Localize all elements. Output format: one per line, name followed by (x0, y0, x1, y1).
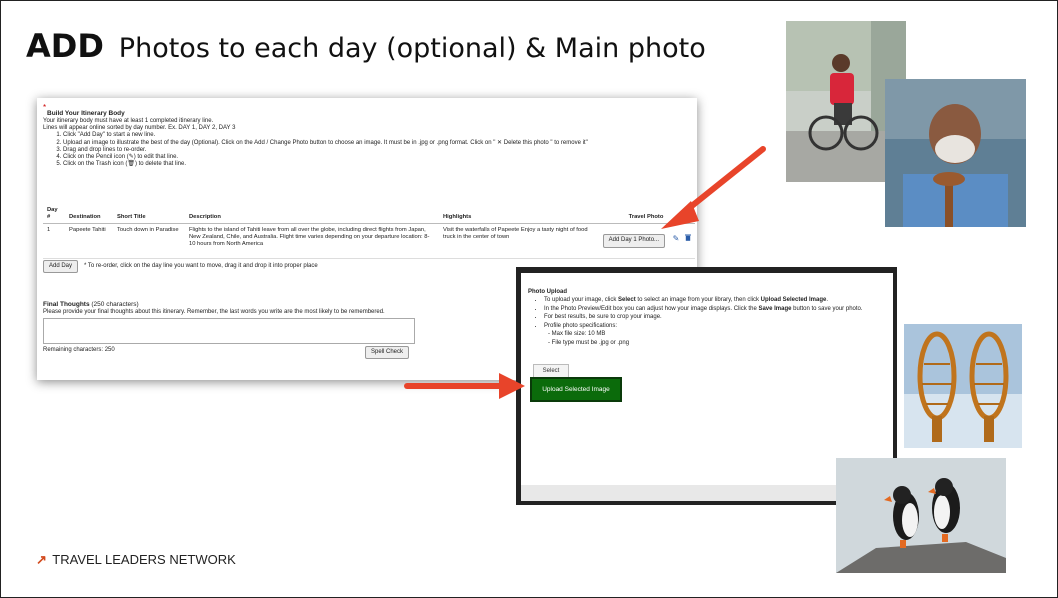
travel-leaders-logo: ↗ TRAVEL LEADERS NETWORK (36, 552, 236, 568)
final-thoughts-textarea[interactable] (43, 318, 415, 344)
text-part: In the Photo Preview/Edit box you can ad… (544, 305, 759, 312)
text-bold: Save Image (758, 305, 792, 312)
step-item: Click "Add Day" to start a new line. (63, 132, 683, 139)
logo-arrow-icon: ↗ (36, 552, 47, 567)
upload-selected-image-button[interactable]: Upload Selected Image (530, 377, 622, 402)
text-bold: Select (618, 297, 636, 303)
snowshoes-photo (904, 324, 1022, 448)
remaining-characters: Remaining characters: 250 (43, 347, 115, 353)
col-short-title: Short Title (113, 201, 185, 224)
spec-item: - Max file size: 10 MB (548, 331, 606, 337)
intro-line: Lines will appear online sorted by day n… (43, 125, 236, 132)
arrow-to-upload-button (404, 373, 525, 399)
col-highlights: Highlights (439, 201, 597, 224)
spec-item: - File type must be .jpg or .png (548, 339, 630, 346)
arrow-to-photo-button (661, 146, 766, 229)
col-destination: Destination (65, 201, 113, 224)
slide-title: ADD Photos to each day (optional) & Main… (26, 27, 706, 65)
row-description: Flights to the island of Tahiti leave fr… (185, 223, 439, 259)
text-part: to select an image from your library, th… (635, 297, 761, 303)
itinerary-instructions: Your itinerary body must have at least 1… (43, 118, 683, 168)
itinerary-heading: Build Your Itinerary Body (47, 110, 125, 117)
text-part: . (826, 297, 829, 303)
row-day: 1 (43, 223, 65, 259)
final-thoughts-heading: Final Thoughts (250 characters) (43, 301, 139, 308)
smiling-man-photo (885, 79, 1026, 227)
row-short-title: Touch down in Paradise (113, 223, 185, 259)
puffins-photo (836, 458, 1006, 573)
intro-line: Your itinerary body must have at least 1… (43, 118, 214, 124)
instruction-item: For best results, be sure to crop your i… (544, 313, 894, 322)
final-thoughts-limit: (250 characters) (91, 301, 139, 308)
row-highlights: Visit the waterfalls of Papeete Enjoy a … (439, 223, 597, 259)
final-thoughts-title: Final Thoughts (43, 301, 90, 308)
col-description: Description (185, 201, 439, 224)
table-row[interactable]: 1 Papeete Tahiti Touch down in Paradise … (43, 223, 695, 259)
reorder-note: * To re-order, click on the day line you… (84, 263, 318, 269)
itinerary-table: Day # Destination Short Title Descriptio… (43, 201, 695, 259)
title-rest: Photos to each day (optional) & Main pho… (118, 33, 706, 64)
logo-text: TRAVEL LEADERS NETWORK (52, 552, 236, 567)
add-day-button[interactable]: Add Day (43, 260, 79, 274)
required-mark: * (43, 103, 47, 112)
photo-upload-panel: Photo Upload To upload your image, click… (521, 273, 893, 485)
spell-check-button[interactable]: Spell Check (365, 346, 410, 360)
step-item: Drag and drop lines to re-order. (63, 147, 683, 154)
slide: ADD Photos to each day (optional) & Main… (0, 0, 1058, 598)
text-bold: Upload Selected Image (760, 297, 827, 303)
select-button[interactable]: Select (533, 364, 569, 378)
instruction-item: Profile photo specifications: (544, 322, 894, 331)
upload-instructions: To upload your image, click Select to se… (528, 296, 894, 347)
text-part: button to save your photo. (791, 305, 863, 312)
step-item: Upload an image to illustrate the best o… (63, 140, 683, 147)
step-item: Click on the Trash icon (🗑) to delete th… (63, 161, 683, 168)
final-thoughts-desc: Please provide your final thoughts about… (43, 309, 385, 315)
steps-list: Click "Add Day" to start a new line. Upl… (43, 132, 683, 168)
col-day: Day # (43, 201, 65, 224)
title-bold: ADD (26, 27, 104, 65)
text-part: To upload your image, click (544, 297, 619, 303)
add-day-photo-button[interactable]: Add Day 1 Photo... (602, 234, 666, 248)
row-destination: Papeete Tahiti (65, 223, 113, 259)
instruction-item: In the Photo Preview/Edit box you can ad… (544, 305, 894, 314)
table-header-row: Day # Destination Short Title Descriptio… (43, 201, 695, 224)
instruction-item: To upload your image, click Select to se… (544, 296, 894, 305)
